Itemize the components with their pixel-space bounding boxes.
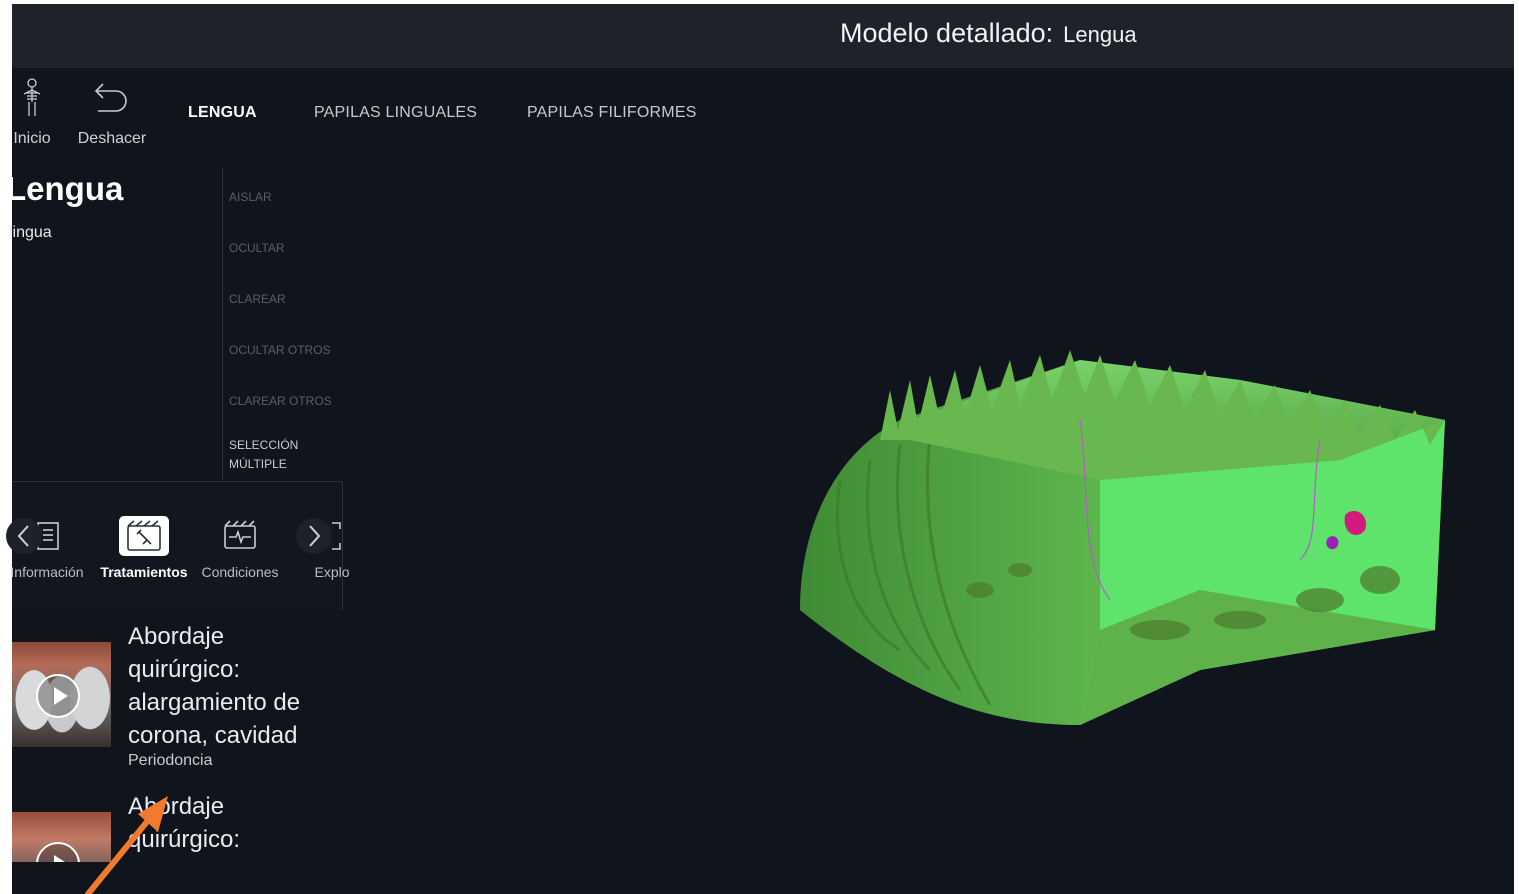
tab-condiciones[interactable]: Condiciones xyxy=(198,516,282,580)
tab-lengua[interactable]: LENGUA xyxy=(188,104,257,122)
chevron-left-icon xyxy=(17,525,29,547)
isolate-action[interactable]: AISLAR xyxy=(229,188,339,207)
tab-tratamientos[interactable]: Tratamientos xyxy=(94,516,194,580)
scroll-tabs-left-button[interactable] xyxy=(6,518,42,554)
tab-tratamientos-label: Tratamientos xyxy=(100,564,188,580)
scroll-tabs-right-button[interactable] xyxy=(296,518,332,554)
top-header: Modelo detallado: Lengua xyxy=(12,4,1514,68)
treatment-thumbnail[interactable] xyxy=(12,812,111,862)
treatment-list-item[interactable]: Abordaje quirúrgico: xyxy=(12,790,332,862)
model-title-value: Lengua xyxy=(1063,22,1137,47)
tab-explorar-label: Explo xyxy=(314,564,350,580)
tab-papilas-linguales[interactable]: PAPILAS LINGUALES xyxy=(314,104,477,122)
tab-informacion-label: Información xyxy=(10,564,84,580)
tongue-3d-model[interactable] xyxy=(780,330,1460,740)
fade-others-action[interactable]: CLAREAR OTROS xyxy=(229,392,339,411)
hide-action[interactable]: OCULTAR xyxy=(229,239,339,258)
undo-button[interactable]: Deshacer xyxy=(74,76,150,148)
treatment-thumbnail[interactable] xyxy=(12,642,111,747)
action-divider xyxy=(222,168,223,480)
play-icon[interactable] xyxy=(36,674,80,718)
treatment-title[interactable]: Abordaje quirúrgico: alargamiento de cor… xyxy=(128,620,328,752)
fade-action[interactable]: CLAREAR xyxy=(229,290,339,309)
undo-label: Deshacer xyxy=(77,130,147,147)
heartbeat-clapperboard-icon xyxy=(215,516,265,556)
treatment-category: Periodoncia xyxy=(128,752,213,769)
tab-papilas-filiformes[interactable]: PAPILAS FILIFORMES xyxy=(527,104,697,122)
section-tab-strip: Información Tratamientos Condiciones Exp… xyxy=(6,481,350,610)
home-label: Inicio xyxy=(13,130,51,147)
structure-latin-name: lingua xyxy=(9,224,52,241)
model-title-label: Modelo detallado: xyxy=(840,18,1054,48)
screenshot-border-right xyxy=(1514,0,1519,894)
home-button[interactable]: Inicio xyxy=(8,76,56,148)
tab-condiciones-label: Condiciones xyxy=(201,564,279,580)
skeleton-icon xyxy=(8,76,56,120)
treatment-title[interactable]: Abordaje quirúrgico: xyxy=(128,790,328,856)
treatment-list-item[interactable]: Abordaje quirúrgico: alargamiento de cor… xyxy=(12,620,332,780)
chevron-right-icon xyxy=(309,525,321,547)
hide-others-action[interactable]: OCULTAR OTROS xyxy=(229,341,339,360)
multi-select-action[interactable]: SELECCIÓN MÚLTIPLE xyxy=(229,436,309,474)
undo-icon xyxy=(74,76,150,120)
structure-title: Lengua xyxy=(6,170,124,207)
syringe-clapperboard-icon xyxy=(119,516,169,556)
model-title: Modelo detallado: Lengua xyxy=(840,18,1137,49)
